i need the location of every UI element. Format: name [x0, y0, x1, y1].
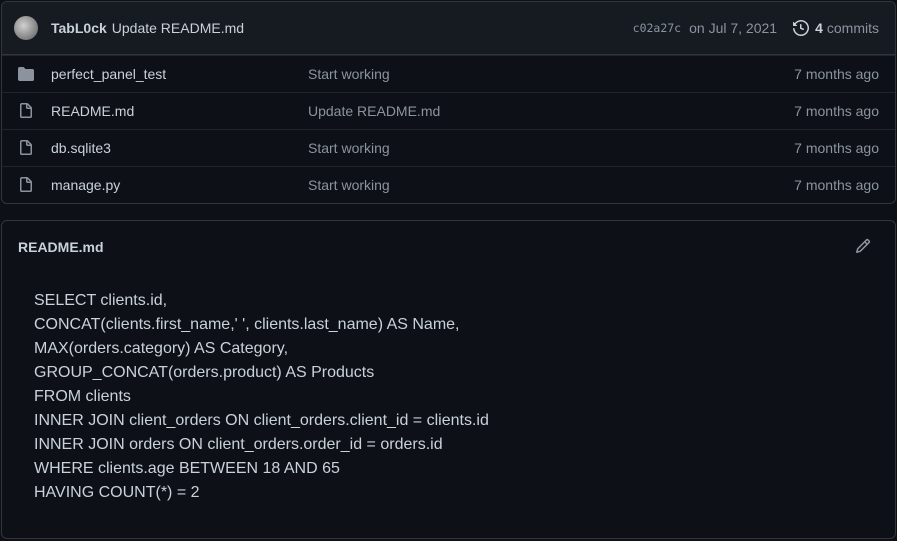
- commits-history-link[interactable]: 4 commits: [793, 20, 879, 36]
- readme-line: HAVING COUNT(*) = 2: [34, 484, 200, 501]
- readme-header: README.md: [2, 221, 895, 271]
- file-row[interactable]: perfect_panel_test Start working 7 month…: [2, 55, 895, 92]
- avatar[interactable]: [14, 16, 38, 40]
- file-commit-message[interactable]: Start working: [308, 140, 794, 156]
- readme-line: WHERE clients.age BETWEEN 18 AND 65: [34, 460, 340, 477]
- file-commit-message[interactable]: Start working: [308, 177, 794, 193]
- readme-content: SELECT clients.id, CONCAT(clients.first_…: [2, 271, 895, 505]
- commit-date[interactable]: on Jul 7, 2021: [689, 20, 777, 36]
- file-row[interactable]: manage.py Start working 7 months ago: [2, 166, 895, 203]
- readme-panel: README.md SELECT clients.id, CONCAT(clie…: [1, 220, 896, 539]
- file-age: 7 months ago: [794, 140, 879, 156]
- file-icon: [20, 140, 32, 155]
- readme-line: INNER JOIN client_orders ON client_order…: [34, 412, 489, 429]
- history-icon: [793, 20, 810, 36]
- pencil-icon[interactable]: [855, 238, 871, 254]
- readme-line: MAX(orders.category) AS Category,: [34, 340, 289, 357]
- commit-sha[interactable]: c02a27c: [633, 21, 681, 35]
- file-row[interactable]: db.sqlite3 Start working 7 months ago: [2, 129, 895, 166]
- commit-count: 4: [815, 20, 823, 36]
- file-icon: [20, 177, 32, 192]
- file-age: 7 months ago: [794, 103, 879, 119]
- file-name[interactable]: manage.py: [51, 177, 308, 193]
- file-browser: TabL0ck Update README.md c02a27c on Jul …: [1, 1, 896, 204]
- readme-title[interactable]: README.md: [18, 239, 104, 255]
- file-name[interactable]: perfect_panel_test: [51, 66, 308, 82]
- commits-label: commits: [826, 20, 879, 36]
- readme-line: CONCAT(clients.first_name,' ', clients.l…: [34, 316, 460, 333]
- readme-line: FROM clients: [34, 388, 131, 405]
- file-icon: [20, 103, 32, 118]
- readme-line: SELECT clients.id,: [34, 292, 168, 309]
- file-name[interactable]: db.sqlite3: [51, 140, 308, 156]
- file-commit-message[interactable]: Update README.md: [308, 103, 794, 119]
- file-commit-message[interactable]: Start working: [308, 66, 794, 82]
- commit-author[interactable]: TabL0ck: [51, 20, 107, 36]
- file-name[interactable]: README.md: [51, 103, 308, 119]
- file-age: 7 months ago: [794, 66, 879, 82]
- commit-message[interactable]: Update README.md: [112, 20, 244, 36]
- folder-icon: [18, 67, 34, 81]
- readme-line: GROUP_CONCAT(orders.product) AS Products: [34, 364, 375, 381]
- latest-commit-bar: TabL0ck Update README.md c02a27c on Jul …: [2, 2, 895, 55]
- readme-line: INNER JOIN orders ON client_orders.order…: [34, 436, 443, 453]
- file-row[interactable]: README.md Update README.md 7 months ago: [2, 92, 895, 129]
- file-age: 7 months ago: [794, 177, 879, 193]
